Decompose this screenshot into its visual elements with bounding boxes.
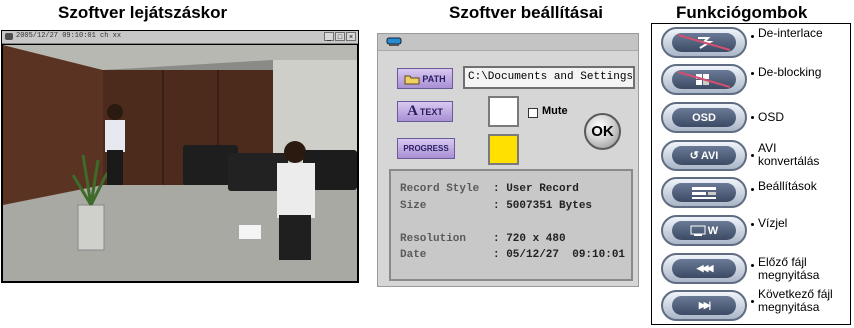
avi-convert-icon: ↺ AVI (672, 146, 736, 165)
size-label: Size (400, 200, 427, 212)
de-blocking-label: De-blocking (758, 65, 822, 79)
bullet (751, 154, 754, 157)
record-style-label: Record Style (400, 183, 480, 195)
osd-icon: OSD (672, 108, 736, 127)
player-titlebar[interactable]: 2005/12/27 09:10:01 ch xx _ □ × (2, 31, 358, 44)
video-frame (3, 45, 357, 281)
avi-glyph: AVI (700, 149, 719, 162)
bullet (751, 35, 754, 38)
close-button[interactable]: × (346, 32, 356, 41)
next-file-button[interactable]: ▶▶| (661, 290, 747, 321)
avi-convert-label: AVI konvertálás (758, 142, 819, 168)
next-file-icon: ▶▶| (672, 296, 736, 315)
function-buttons-panel: De-interlace De-blocking OSD OSD ↺ AVI A… (651, 23, 851, 325)
de-blocking-button[interactable] (661, 64, 747, 95)
settings-panel: PATH C:\Documents and Settings\ A TEXT M… (377, 33, 639, 287)
heading-settings: Szoftver beállításai (449, 3, 604, 22)
folder-icon (404, 75, 420, 84)
bullet (751, 300, 754, 303)
watermark-screen-icon (690, 225, 706, 236)
ok-button[interactable]: OK (584, 113, 621, 150)
player-window: 2005/12/27 09:10:01 ch xx _ □ × (1, 30, 359, 283)
video-scene (3, 45, 357, 281)
path-button[interactable]: PATH (397, 68, 453, 89)
avi-convert-label-line2: konvertálás (758, 154, 820, 168)
resolution-value: : 720 x 480 (493, 233, 566, 245)
record-style-value: : User Record (493, 183, 579, 195)
avi-convert-button[interactable]: ↺ AVI (661, 140, 747, 171)
osd-button[interactable]: OSD (661, 102, 747, 133)
bullet (751, 188, 754, 191)
watermark-button[interactable]: W (661, 215, 747, 246)
previous-file-button[interactable]: ◀◀◀ (661, 253, 747, 284)
settings-label: Beállítások (758, 179, 817, 193)
minimize-button[interactable]: _ (324, 32, 334, 41)
settings-icon (672, 183, 736, 202)
previous-file-label: Előző fájl megnyitása (758, 256, 819, 282)
progress-button-label: PROGRESS (403, 144, 449, 153)
avi-arrow-icon: ↺ (689, 150, 699, 162)
date-label: Date (400, 249, 427, 261)
watermark-icon: W (672, 221, 736, 240)
resolution-label: Resolution (400, 233, 467, 245)
settings-titlebar (378, 34, 638, 51)
player-app-icon (5, 33, 13, 40)
file-info-box: Record Style : User Record Size : 500735… (389, 169, 633, 281)
next-file-label: Következő fájl megnyitása (758, 288, 833, 314)
de-interlace-icon (672, 33, 736, 52)
date-value: : 05/12/27 09:10:01 (493, 249, 626, 261)
text-button[interactable]: A TEXT (397, 101, 453, 122)
mute-label: Mute (542, 105, 568, 117)
settings-app-icon (386, 37, 402, 46)
size-value: : 5007351 Bytes (493, 200, 593, 212)
bullet (751, 72, 754, 75)
path-button-label: PATH (422, 73, 446, 84)
osd-label: OSD (758, 110, 785, 124)
bullet (751, 223, 754, 226)
de-interlace-label: De-interlace (758, 26, 823, 40)
de-blocking-icon (672, 70, 736, 89)
settings-button[interactable] (661, 177, 747, 208)
mute-checkbox[interactable] (528, 108, 538, 118)
heading-functions: Funkciógombok (676, 3, 808, 22)
bullet (751, 264, 754, 267)
de-interlace-button[interactable] (661, 27, 747, 58)
next-file-label-line2: megnyitása (758, 300, 820, 314)
text-color-swatch[interactable] (488, 96, 519, 127)
previous-file-label-line2: megnyitása (758, 268, 820, 282)
progress-color-swatch[interactable] (488, 134, 519, 165)
path-field[interactable]: C:\Documents and Settings\ (463, 66, 635, 89)
progress-button[interactable]: PROGRESS (397, 138, 455, 159)
text-letter-icon: A (407, 103, 418, 119)
text-button-label: TEXT (419, 106, 443, 117)
maximize-button[interactable]: □ (335, 32, 345, 41)
watermark-label: Vízjel (758, 216, 788, 230)
watermark-glyph: W (707, 224, 719, 237)
bullet (751, 116, 754, 119)
player-title: 2005/12/27 09:10:01 ch xx (16, 32, 122, 40)
heading-playback: Szoftver lejátszáskor (58, 3, 228, 22)
previous-file-icon: ◀◀◀ (672, 259, 736, 278)
